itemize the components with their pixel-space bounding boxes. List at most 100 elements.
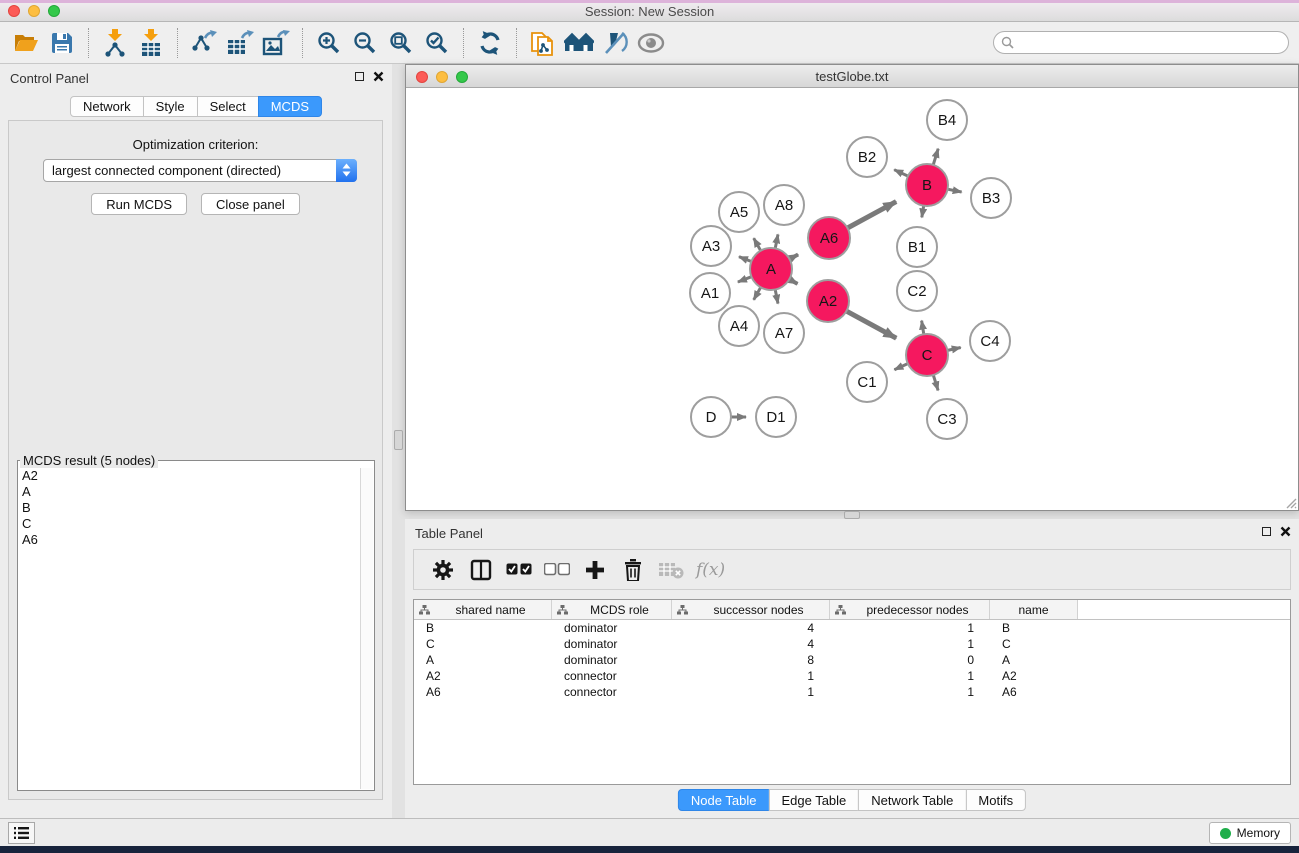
node-A2[interactable]: A2 bbox=[807, 280, 849, 322]
deselect-all-icon[interactable] bbox=[540, 554, 574, 586]
edge-B-B2[interactable] bbox=[894, 170, 908, 176]
close-panel-button[interactable]: Close panel bbox=[201, 193, 300, 215]
edge-C-C4[interactable] bbox=[948, 348, 961, 351]
mcds-result-item[interactable]: B bbox=[18, 500, 374, 516]
save-session-icon[interactable] bbox=[44, 26, 80, 60]
node-B1[interactable]: B1 bbox=[897, 227, 937, 267]
edge-B-B3[interactable] bbox=[948, 189, 962, 192]
search-input[interactable] bbox=[1018, 35, 1288, 51]
search-field[interactable] bbox=[993, 31, 1289, 54]
zoom-fit-icon[interactable] bbox=[383, 26, 419, 60]
tab-node-table[interactable]: Node Table bbox=[678, 789, 770, 811]
close-panel-icon[interactable] bbox=[1280, 526, 1291, 537]
tab-select[interactable]: Select bbox=[197, 96, 259, 117]
show-column-panel-icon[interactable] bbox=[464, 554, 498, 586]
horizontal-splitter-handle[interactable] bbox=[844, 511, 860, 519]
list-scrollbar[interactable] bbox=[360, 468, 373, 789]
column-header-MCDS-role[interactable]: MCDS role bbox=[552, 600, 672, 619]
select-all-icon[interactable] bbox=[502, 554, 536, 586]
table-settings-gear-icon[interactable] bbox=[426, 554, 460, 586]
node-C2[interactable]: C2 bbox=[897, 271, 937, 311]
mcds-result-list[interactable]: A2ABCA6 bbox=[18, 468, 374, 790]
node-A[interactable]: A bbox=[750, 248, 792, 290]
node-C3[interactable]: C3 bbox=[927, 399, 967, 439]
tab-network[interactable]: Network bbox=[70, 96, 144, 117]
close-panel-icon[interactable] bbox=[373, 71, 384, 82]
zoom-in-icon[interactable] bbox=[311, 26, 347, 60]
mcds-result-item[interactable]: A6 bbox=[18, 532, 374, 548]
table-header-row[interactable]: shared nameMCDS rolesuccessor nodesprede… bbox=[414, 600, 1290, 620]
tab-mcds[interactable]: MCDS bbox=[258, 96, 322, 117]
node-A6[interactable]: A6 bbox=[808, 217, 850, 259]
node-D1[interactable]: D1 bbox=[756, 397, 796, 437]
mcds-result-item[interactable]: A bbox=[18, 484, 374, 500]
node-B2[interactable]: B2 bbox=[847, 137, 887, 177]
mcds-result-item[interactable]: A2 bbox=[18, 468, 374, 484]
create-column-plus-icon[interactable] bbox=[578, 554, 612, 586]
refresh-network-icon[interactable] bbox=[472, 26, 508, 60]
float-panel-icon[interactable] bbox=[355, 72, 364, 81]
column-header-predecessor-nodes[interactable]: predecessor nodes bbox=[830, 600, 990, 619]
node-C4[interactable]: C4 bbox=[970, 321, 1010, 361]
resize-grip-icon[interactable] bbox=[1284, 496, 1297, 509]
export-network-icon[interactable] bbox=[186, 26, 222, 60]
edge-A-A5[interactable] bbox=[754, 238, 761, 251]
edge-A-A8[interactable] bbox=[775, 234, 778, 248]
edge-A2-C[interactable] bbox=[846, 311, 896, 338]
table-row[interactable]: Cdominator41C bbox=[414, 636, 1290, 652]
optimization-criterion-select[interactable]: largest connected component (directed) bbox=[43, 159, 357, 182]
hide-annotations-icon[interactable] bbox=[597, 26, 633, 60]
node-A4[interactable]: A4 bbox=[719, 306, 759, 346]
export-table-icon[interactable] bbox=[222, 26, 258, 60]
mcds-result-item[interactable]: C bbox=[18, 516, 374, 532]
table-row[interactable]: A6connector11A6 bbox=[414, 684, 1290, 700]
node-A3[interactable]: A3 bbox=[691, 226, 731, 266]
import-network-icon[interactable] bbox=[97, 26, 133, 60]
function-builder-icon[interactable]: f(x) bbox=[692, 560, 725, 580]
tab-motifs[interactable]: Motifs bbox=[965, 789, 1026, 811]
show-graphics-icon[interactable] bbox=[633, 26, 669, 60]
node-B[interactable]: B bbox=[906, 164, 948, 206]
edge-A-A2[interactable] bbox=[789, 279, 797, 284]
edge-A-A6[interactable] bbox=[790, 255, 799, 260]
network-from-document-icon[interactable] bbox=[525, 26, 561, 60]
float-panel-icon[interactable] bbox=[1262, 527, 1271, 536]
zoom-selected-icon[interactable] bbox=[419, 26, 455, 60]
edge-A-A3[interactable] bbox=[739, 257, 751, 262]
edge-B-B4[interactable] bbox=[933, 149, 938, 165]
network-window-titlebar[interactable]: testGlobe.txt bbox=[406, 65, 1298, 88]
edge-C-C1[interactable] bbox=[894, 364, 907, 370]
node-B3[interactable]: B3 bbox=[971, 178, 1011, 218]
table-row[interactable]: Bdominator41B bbox=[414, 620, 1290, 636]
node-A7[interactable]: A7 bbox=[764, 313, 804, 353]
import-table-icon[interactable] bbox=[133, 26, 169, 60]
node-C1[interactable]: C1 bbox=[847, 362, 887, 402]
column-header-name[interactable]: name bbox=[990, 600, 1078, 619]
edge-B-B1[interactable] bbox=[922, 206, 924, 218]
delete-column-trash-icon[interactable] bbox=[616, 554, 650, 586]
node-table[interactable]: shared nameMCDS rolesuccessor nodesprede… bbox=[413, 599, 1291, 785]
edge-A-A4[interactable] bbox=[754, 287, 761, 300]
zoom-out-icon[interactable] bbox=[347, 26, 383, 60]
table-row[interactable]: Adominator80A bbox=[414, 652, 1290, 668]
node-A8[interactable]: A8 bbox=[764, 185, 804, 225]
export-image-icon[interactable] bbox=[258, 26, 294, 60]
node-D[interactable]: D bbox=[691, 397, 731, 437]
node-A1[interactable]: A1 bbox=[690, 273, 730, 313]
edge-A-A1[interactable] bbox=[738, 277, 752, 282]
edge-C-C2[interactable] bbox=[922, 321, 924, 335]
edge-C-C3[interactable] bbox=[933, 375, 938, 390]
table-body[interactable]: Bdominator41BCdominator41CAdominator80A A… bbox=[414, 620, 1290, 700]
node-A5[interactable]: A5 bbox=[719, 192, 759, 232]
edge-A6-B[interactable] bbox=[848, 202, 897, 228]
memory-button[interactable]: Memory bbox=[1209, 822, 1291, 844]
tab-edge-table[interactable]: Edge Table bbox=[768, 789, 859, 811]
vertical-splitter-handle[interactable] bbox=[394, 430, 403, 450]
tab-style[interactable]: Style bbox=[143, 96, 198, 117]
node-B4[interactable]: B4 bbox=[927, 100, 967, 140]
network-canvas[interactable]: B4B2BB3A5A8A6A3B1AC2A1A2A4A7C4CC1C3DD1 bbox=[406, 88, 1298, 510]
run-mcds-button[interactable]: Run MCDS bbox=[91, 193, 187, 215]
edge-A-A7[interactable] bbox=[775, 290, 778, 304]
column-header-successor-nodes[interactable]: successor nodes bbox=[672, 600, 830, 619]
task-history-button[interactable] bbox=[8, 822, 35, 844]
